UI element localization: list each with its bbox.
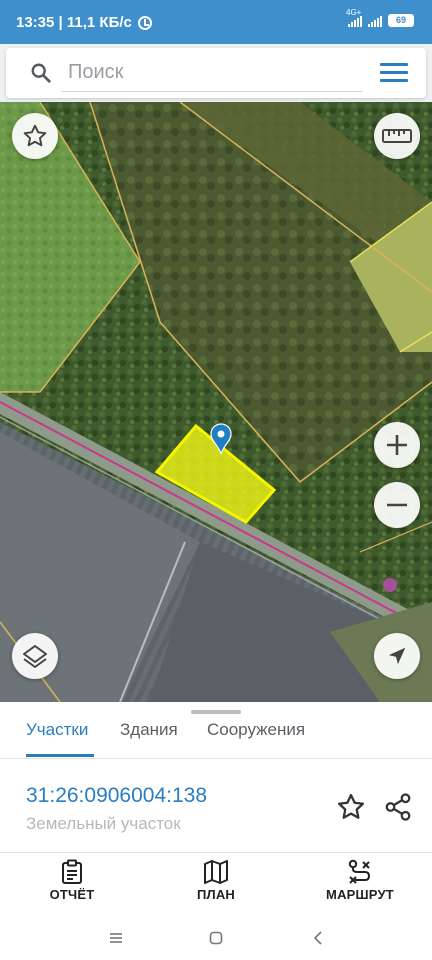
satellite-map[interactable] (0, 102, 432, 702)
layers-icon (23, 645, 47, 668)
top-bar (0, 44, 432, 102)
zoom-in-icon (387, 435, 407, 455)
zoom-out-button[interactable] (374, 482, 420, 528)
location-arrow-icon (388, 647, 406, 665)
nav-report-label: ОТЧЁТ (49, 887, 95, 902)
nav-plan-label: ПЛАН (196, 887, 236, 902)
measure-button[interactable] (374, 113, 420, 159)
parcel-cadastral-number[interactable]: 31:26:0906004:138 (26, 784, 207, 808)
nav-report[interactable]: ОТЧЁТ (17, 859, 127, 902)
bottom-sheet: Участки Здания Сооружения 31:26:0906004:… (0, 702, 432, 960)
tab-buildings[interactable]: Здания (120, 720, 178, 740)
divider (0, 758, 432, 759)
sheet-handle[interactable] (191, 710, 241, 714)
share-icon[interactable] (383, 792, 413, 822)
tab-structures[interactable]: Сооружения (207, 720, 305, 740)
status-bar: 13:35 | 11,1 КБ/с 4G+ 69 (0, 0, 432, 44)
signal-4g-icon: 4G+ (346, 9, 362, 27)
map-view[interactable] (0, 102, 432, 702)
recent-apps-icon[interactable] (104, 926, 128, 950)
home-icon[interactable] (204, 926, 228, 950)
nav-route[interactable]: МАРШРУТ (305, 859, 415, 902)
search-input[interactable] (62, 54, 362, 92)
battery-icon: 69 (388, 14, 414, 27)
network-label: 4G+ (346, 8, 362, 17)
search-card (6, 48, 426, 98)
status-time: 13:35 | 11,1 КБ/с (16, 14, 132, 31)
map-plan-icon (204, 860, 228, 884)
zoom-out-icon (387, 503, 407, 507)
back-icon[interactable] (306, 926, 330, 950)
tab-parcels[interactable]: Участки (26, 720, 88, 740)
zoom-in-button[interactable] (374, 422, 420, 468)
favorites-button[interactable] (12, 113, 58, 159)
nav-route-label: МАРШРУТ (326, 887, 394, 902)
nav-plan[interactable]: ПЛАН (161, 859, 271, 902)
favorite-star-icon[interactable] (336, 792, 366, 822)
system-nav-bar (0, 916, 432, 960)
menu-icon[interactable] (380, 63, 408, 83)
parcel-type: Земельный участок (26, 814, 181, 833)
active-tab-indicator (26, 754, 94, 757)
layers-button[interactable] (12, 633, 58, 679)
tab-bar: Участки Здания Сооружения (0, 718, 432, 758)
route-icon (348, 859, 371, 884)
report-icon (62, 859, 82, 884)
star-icon (23, 124, 47, 147)
signal-icon (368, 14, 382, 27)
search-icon[interactable] (30, 62, 52, 84)
ruler-icon (382, 129, 412, 143)
my-location-button[interactable] (374, 633, 420, 679)
alarm-icon (137, 15, 152, 30)
bottom-nav: ОТЧЁТ ПЛАН МАРШРУТ (0, 853, 432, 913)
